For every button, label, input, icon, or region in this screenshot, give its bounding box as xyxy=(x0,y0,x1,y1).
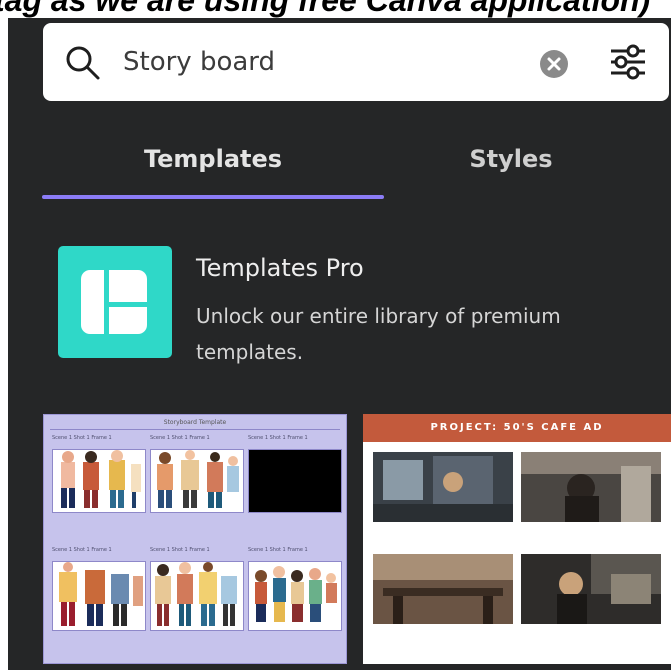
storyboard-caption xyxy=(248,633,340,651)
illustration-people xyxy=(155,562,237,626)
illustration-people xyxy=(157,450,239,508)
search-icon[interactable] xyxy=(65,45,101,81)
clear-icon[interactable] xyxy=(540,50,568,78)
tab-bar: Templates Styles xyxy=(42,123,638,213)
templates-pro-promo[interactable]: Templates Pro Unlock our entire library … xyxy=(58,246,658,376)
search-input[interactable] xyxy=(123,39,503,85)
caption-text: tag as we are using free Canva applicati… xyxy=(0,0,651,18)
storyboard-frame xyxy=(52,561,146,631)
illustration-people xyxy=(59,562,143,626)
storyboard-frame xyxy=(248,561,342,631)
active-tab-indicator xyxy=(42,195,384,199)
storyboard-caption xyxy=(248,515,340,533)
storyboard-caption xyxy=(150,515,242,533)
tab-templates[interactable]: Templates xyxy=(42,123,384,195)
storyboard-meta: Scene 1 Shot 1 Frame 1 xyxy=(248,435,308,441)
moodboard-header: PROJECT: 50'S CAFE AD xyxy=(363,414,671,442)
moodboard-photo xyxy=(373,554,513,624)
templates-pro-icon xyxy=(58,246,172,358)
search-bar xyxy=(43,23,669,101)
storyboard-caption xyxy=(52,633,144,651)
canva-side-panel: Templates Styles Templates Pro Unlock ou… xyxy=(8,18,671,670)
moodboard-photo xyxy=(373,452,513,522)
moodboard-photo xyxy=(521,452,661,522)
illustration-crowd xyxy=(255,566,337,622)
storyboard-meta: Scene 1 Shot 1 Frame 1 xyxy=(150,547,210,553)
storyboard-frame xyxy=(150,561,244,631)
tab-styles[interactable]: Styles xyxy=(384,123,638,195)
storyboard-meta: Scene 1 Shot 1 Frame 1 xyxy=(248,547,308,553)
storyboard-meta: Scene 1 Shot 1 Frame 1 xyxy=(150,435,210,441)
storyboard-caption xyxy=(150,633,242,651)
storyboard-frame xyxy=(150,449,244,513)
filter-icon[interactable] xyxy=(609,43,647,81)
storyboard-meta: Scene 1 Shot 1 Frame 1 xyxy=(52,547,112,553)
storyboard-header: Storyboard Template xyxy=(50,417,340,430)
illustration-people xyxy=(61,450,141,508)
storyboard-meta: Scene 1 Shot 1 Frame 1 xyxy=(52,435,112,441)
template-thumbnail-storyboard[interactable]: Storyboard Template Scene 1 Shot 1 Frame… xyxy=(43,414,347,664)
storyboard-frame xyxy=(52,449,146,513)
template-thumbnail-moodboard[interactable]: PROJECT: 50'S CAFE AD xyxy=(363,414,671,664)
storyboard-frame-empty xyxy=(248,449,342,513)
promo-description: Unlock our entire library of premium tem… xyxy=(196,304,561,364)
storyboard-caption xyxy=(52,515,144,533)
promo-title: Templates Pro xyxy=(196,254,364,282)
moodboard-photo xyxy=(521,554,661,624)
